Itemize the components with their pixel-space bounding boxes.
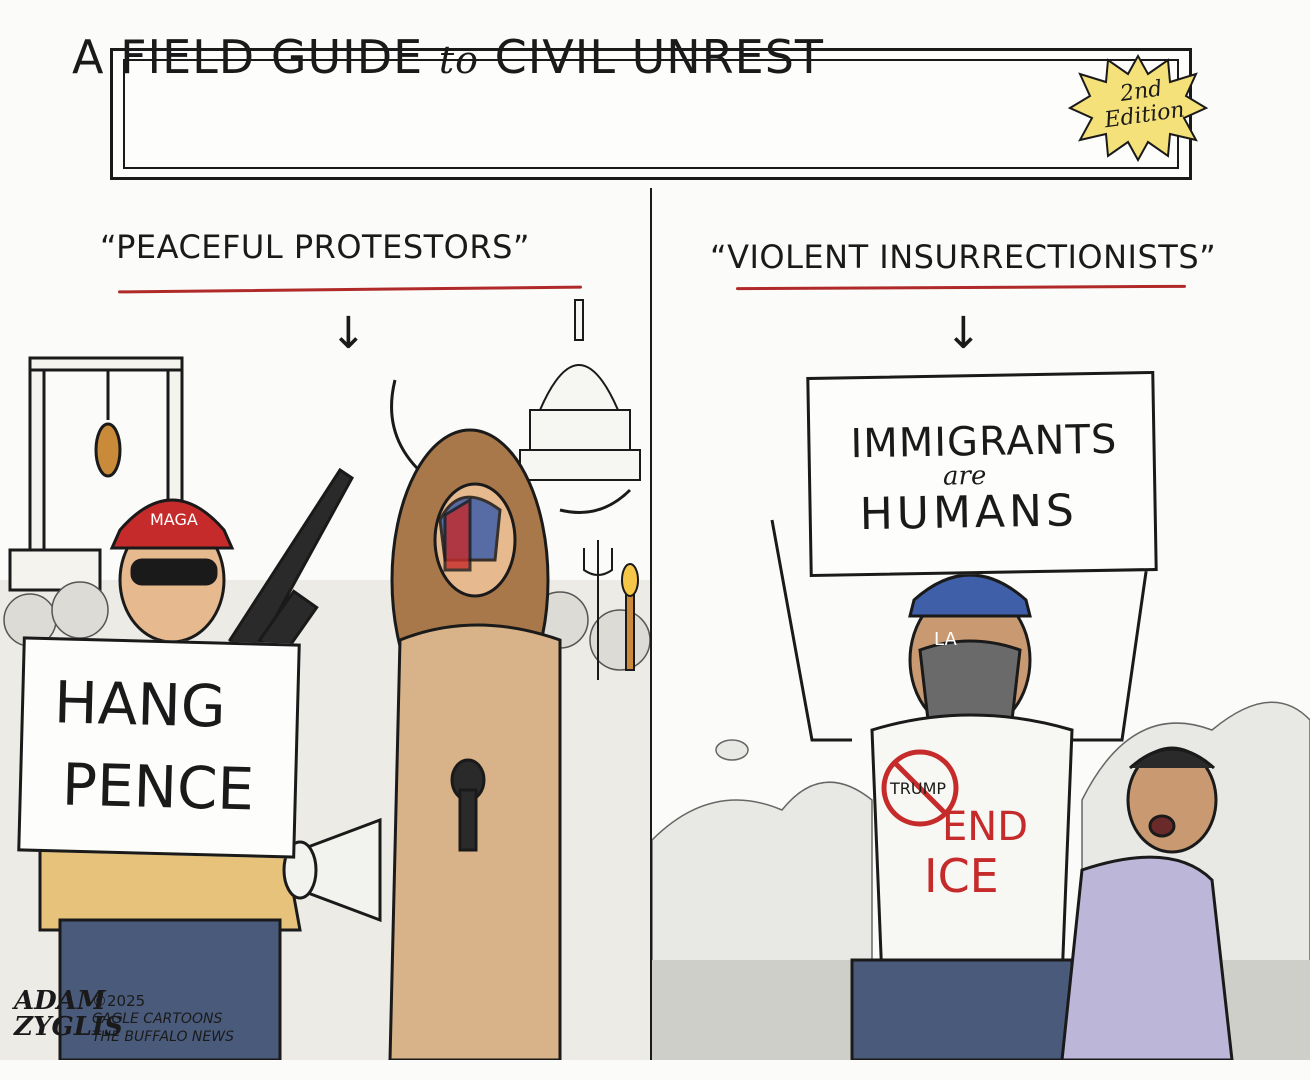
shirt-text-line-1: END <box>942 804 1028 850</box>
title-part-2: to <box>438 38 479 82</box>
cartoon-canvas: A FIELD GUIDE to CIVIL UNREST 2nd Editio… <box>0 0 1310 1080</box>
left-panel-caption: “PEACEFUL PROTESTORS” <box>100 228 530 266</box>
trump-button-text: TRUMP <box>889 779 946 798</box>
title-part-1: A FIELD GUIDE <box>72 30 439 84</box>
hang-pence-sign: HANG PENCE <box>17 636 301 859</box>
imm-sign-line-1: IMMIGRANTS <box>850 416 1118 468</box>
maga-hat-text: MAGA <box>150 510 198 529</box>
credit-details: ©2025 CAGLE CARTOONS THE BUFFALO NEWS <box>92 992 234 1046</box>
imm-sign-line-3: HUMANS <box>859 485 1079 541</box>
title-part-3: CIVIL UNREST <box>479 30 824 84</box>
copyright: ©2025 <box>92 992 146 1010</box>
hang-sign-line-2: PENCE <box>61 750 255 824</box>
immigrants-sign: IMMIGRANTS are HUMANS <box>806 370 1158 578</box>
capitol-dome <box>519 299 641 481</box>
newspaper: THE BUFFALO NEWS <box>92 1029 234 1045</box>
title: A FIELD GUIDE to CIVIL UNREST <box>72 30 824 84</box>
right-panel-caption: “VIOLENT INSURRECTIONISTS” <box>710 238 1217 276</box>
hang-sign-line-1: HANG <box>53 668 227 741</box>
cap-logo: LA <box>934 629 957 650</box>
shirt-text-line-2: ICE <box>924 849 999 903</box>
syndicate: CAGLE CARTOONS <box>92 1011 223 1027</box>
